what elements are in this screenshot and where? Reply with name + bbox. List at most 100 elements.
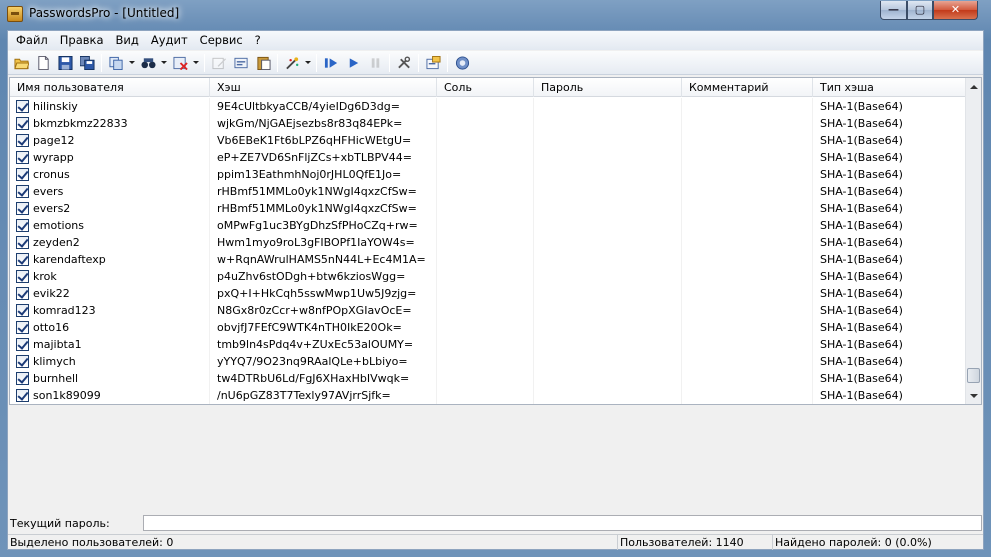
row-checkbox[interactable] — [16, 270, 29, 283]
salt-cell — [437, 268, 534, 285]
menu-edit[interactable]: Правка — [54, 31, 110, 50]
row-checkbox[interactable] — [16, 372, 29, 385]
table-row[interactable]: majibta1 tmb9ln4sPdq4v+ZUxEc53alOUMY= SHA-… — [10, 336, 966, 353]
table-row[interactable]: cronus ppim13EathmhNoj0rJHL0QfE1Jo= SHA-1(… — [10, 166, 966, 183]
table-row[interactable]: otto16 obvjfJ7FEfC9WTK4nTH0IkE20Ok= SHA-1(… — [10, 319, 966, 336]
edit-icon — [211, 57, 226, 69]
row-checkbox[interactable] — [16, 134, 29, 147]
add-user-button[interactable] — [230, 53, 252, 73]
add-user-icon — [233, 57, 248, 68]
table-row[interactable]: hilinskiy 9E4cUltbkyaCCB/4yieIDg6D3dg= SHA… — [10, 98, 966, 115]
row-checkbox[interactable] — [16, 185, 29, 198]
open-button[interactable] — [10, 53, 32, 73]
delete-dropdown[interactable] — [191, 53, 201, 73]
save-all-button[interactable] — [76, 53, 98, 73]
table-row[interactable]: komrad123 N8Gx8r0zCcr+w8nfPOpXGIavOcE= SHA… — [10, 302, 966, 319]
row-checkbox[interactable] — [16, 304, 29, 317]
find-dropdown[interactable] — [159, 53, 169, 73]
copy-dropdown[interactable] — [127, 53, 137, 73]
hash-cell: tmb9ln4sPdq4v+ZUxEc53alOUMY= — [210, 336, 437, 353]
row-checkbox[interactable] — [16, 202, 29, 215]
column-header-password[interactable]: Пароль — [534, 78, 682, 97]
username-text: krok — [33, 270, 57, 283]
help-button[interactable] — [451, 53, 473, 73]
menu-audit[interactable]: Аудит — [145, 31, 194, 50]
table-body: hilinskiy 9E4cUltbkyaCCB/4yieIDg6D3dg= SHA… — [10, 98, 966, 404]
column-header-comment[interactable]: Комментарий — [682, 78, 813, 97]
row-checkbox[interactable] — [16, 338, 29, 351]
comment-cell — [682, 217, 813, 234]
start-button[interactable] — [320, 53, 342, 73]
table-row[interactable]: klimych yYYQ7/9O23nq9RAalQLe+bLbiyo= SHA-1… — [10, 353, 966, 370]
wizard-button[interactable] — [281, 53, 303, 73]
table-row[interactable]: karendaftexp w+RqnAWrulHAMS5nN44L+Ec4M1A=… — [10, 251, 966, 268]
password-cell — [534, 387, 682, 404]
find-button[interactable] — [137, 53, 159, 73]
row-checkbox[interactable] — [16, 355, 29, 368]
table-row[interactable]: page12 Vb6EBeK1Ft6bLPZ6qHFHicWEtgU= SHA-1(… — [10, 132, 966, 149]
row-checkbox[interactable] — [16, 219, 29, 232]
column-header-hash-type[interactable]: Тип хэша — [813, 78, 966, 97]
table-row[interactable]: son1k89099/nU6pGZ83T7Texly97AVjrrSjfk= SH… — [10, 387, 966, 404]
username-text: evers2 — [33, 202, 71, 215]
password-cell — [534, 166, 682, 183]
table-row[interactable]: burnhell tw4DTRbU6Ld/FgJ6XHaxHbIVwqk= SHA-… — [10, 370, 966, 387]
settings-button[interactable] — [393, 53, 415, 73]
scroll-down-arrow-icon[interactable] — [966, 387, 981, 404]
properties-button[interactable] — [422, 53, 444, 73]
salt-cell — [437, 336, 534, 353]
resume-icon — [349, 57, 358, 68]
row-checkbox[interactable] — [16, 117, 29, 130]
paste-button[interactable] — [252, 53, 274, 73]
new-button[interactable] — [32, 53, 54, 73]
row-checkbox[interactable] — [16, 253, 29, 266]
wizard-dropdown[interactable] — [303, 53, 313, 73]
user-cell: son1k89099 — [10, 387, 210, 404]
scrollbar-thumb[interactable] — [967, 368, 980, 383]
row-checkbox[interactable] — [16, 100, 29, 113]
table-row[interactable]: zeyden2 Hwm1myo9roL3gFIBOPf1IaYOW4s= SHA-1… — [10, 234, 966, 251]
row-checkbox[interactable] — [16, 236, 29, 249]
table-row[interactable]: evers rHBmf51MMLo0yk1NWgI4qxzCfSw= SHA-1(B… — [10, 183, 966, 200]
username-text: bkmzbkmz22833 — [33, 117, 128, 130]
maximize-button[interactable]: ▢ — [907, 1, 933, 20]
minimize-button[interactable]: — — [880, 1, 907, 20]
table-row[interactable]: evers2 rHBmf51MMLo0yk1NWgI4qxzCfSw= SHA-1(… — [10, 200, 966, 217]
pause-button[interactable] — [364, 53, 386, 73]
table-row[interactable]: evik22 pxQ+I+HkCqh5sswMwp1Uw5J9zjg= SHA-1(… — [10, 285, 966, 302]
table-row[interactable]: emotions oMPwFg1uc3BYgDhzSfPHoCZq+rw= SHA-… — [10, 217, 966, 234]
table-row[interactable]: bkmzbkmz22833 wjkGm/NjGAEjsezbs8r83q84EPk… — [10, 115, 966, 132]
salt-cell — [437, 251, 534, 268]
scroll-up-arrow-icon[interactable] — [966, 78, 981, 95]
save-button[interactable] — [54, 53, 76, 73]
menu-help[interactable]: ? — [249, 31, 267, 50]
column-header-hash[interactable]: Хэш — [210, 78, 437, 97]
row-checkbox[interactable] — [16, 168, 29, 181]
column-header-username[interactable]: Имя пользователя — [10, 78, 210, 97]
title-bar[interactable]: PasswordsPro - [Untitled] — ▢ ✕ — [0, 0, 991, 30]
row-checkbox[interactable] — [16, 151, 29, 164]
user-cell: zeyden2 — [10, 234, 210, 251]
menu-view[interactable]: Вид — [110, 31, 145, 50]
delete-button[interactable] — [169, 53, 191, 73]
close-button[interactable]: ✕ — [933, 1, 978, 20]
menu-service[interactable]: Сервис — [194, 31, 249, 50]
app-icon[interactable] — [7, 6, 23, 22]
vertical-scrollbar[interactable] — [965, 78, 981, 404]
user-cell: evik22 — [10, 285, 210, 302]
menu-file[interactable]: Файл — [10, 31, 54, 50]
current-password-field[interactable] — [143, 515, 982, 531]
password-cell — [534, 149, 682, 166]
column-header-salt[interactable]: Соль — [437, 78, 534, 97]
row-checkbox[interactable] — [16, 389, 29, 402]
hash-type-cell: SHA-1(Base64) — [820, 168, 903, 181]
user-cell: klimych — [10, 353, 210, 370]
table-row[interactable]: krok p4uZhv6stODgh+btw6kziosWgg= SHA-1(Bas… — [10, 268, 966, 285]
copy-button[interactable] — [105, 53, 127, 73]
row-checkbox[interactable] — [16, 287, 29, 300]
table-row[interactable]: wyrapp eP+ZE7VD6SnFljZCs+xbTLBPV44= SHA-1(… — [10, 149, 966, 166]
resume-button[interactable] — [342, 53, 364, 73]
paste-icon — [256, 56, 271, 70]
edit-button[interactable] — [208, 53, 230, 73]
row-checkbox[interactable] — [16, 321, 29, 334]
